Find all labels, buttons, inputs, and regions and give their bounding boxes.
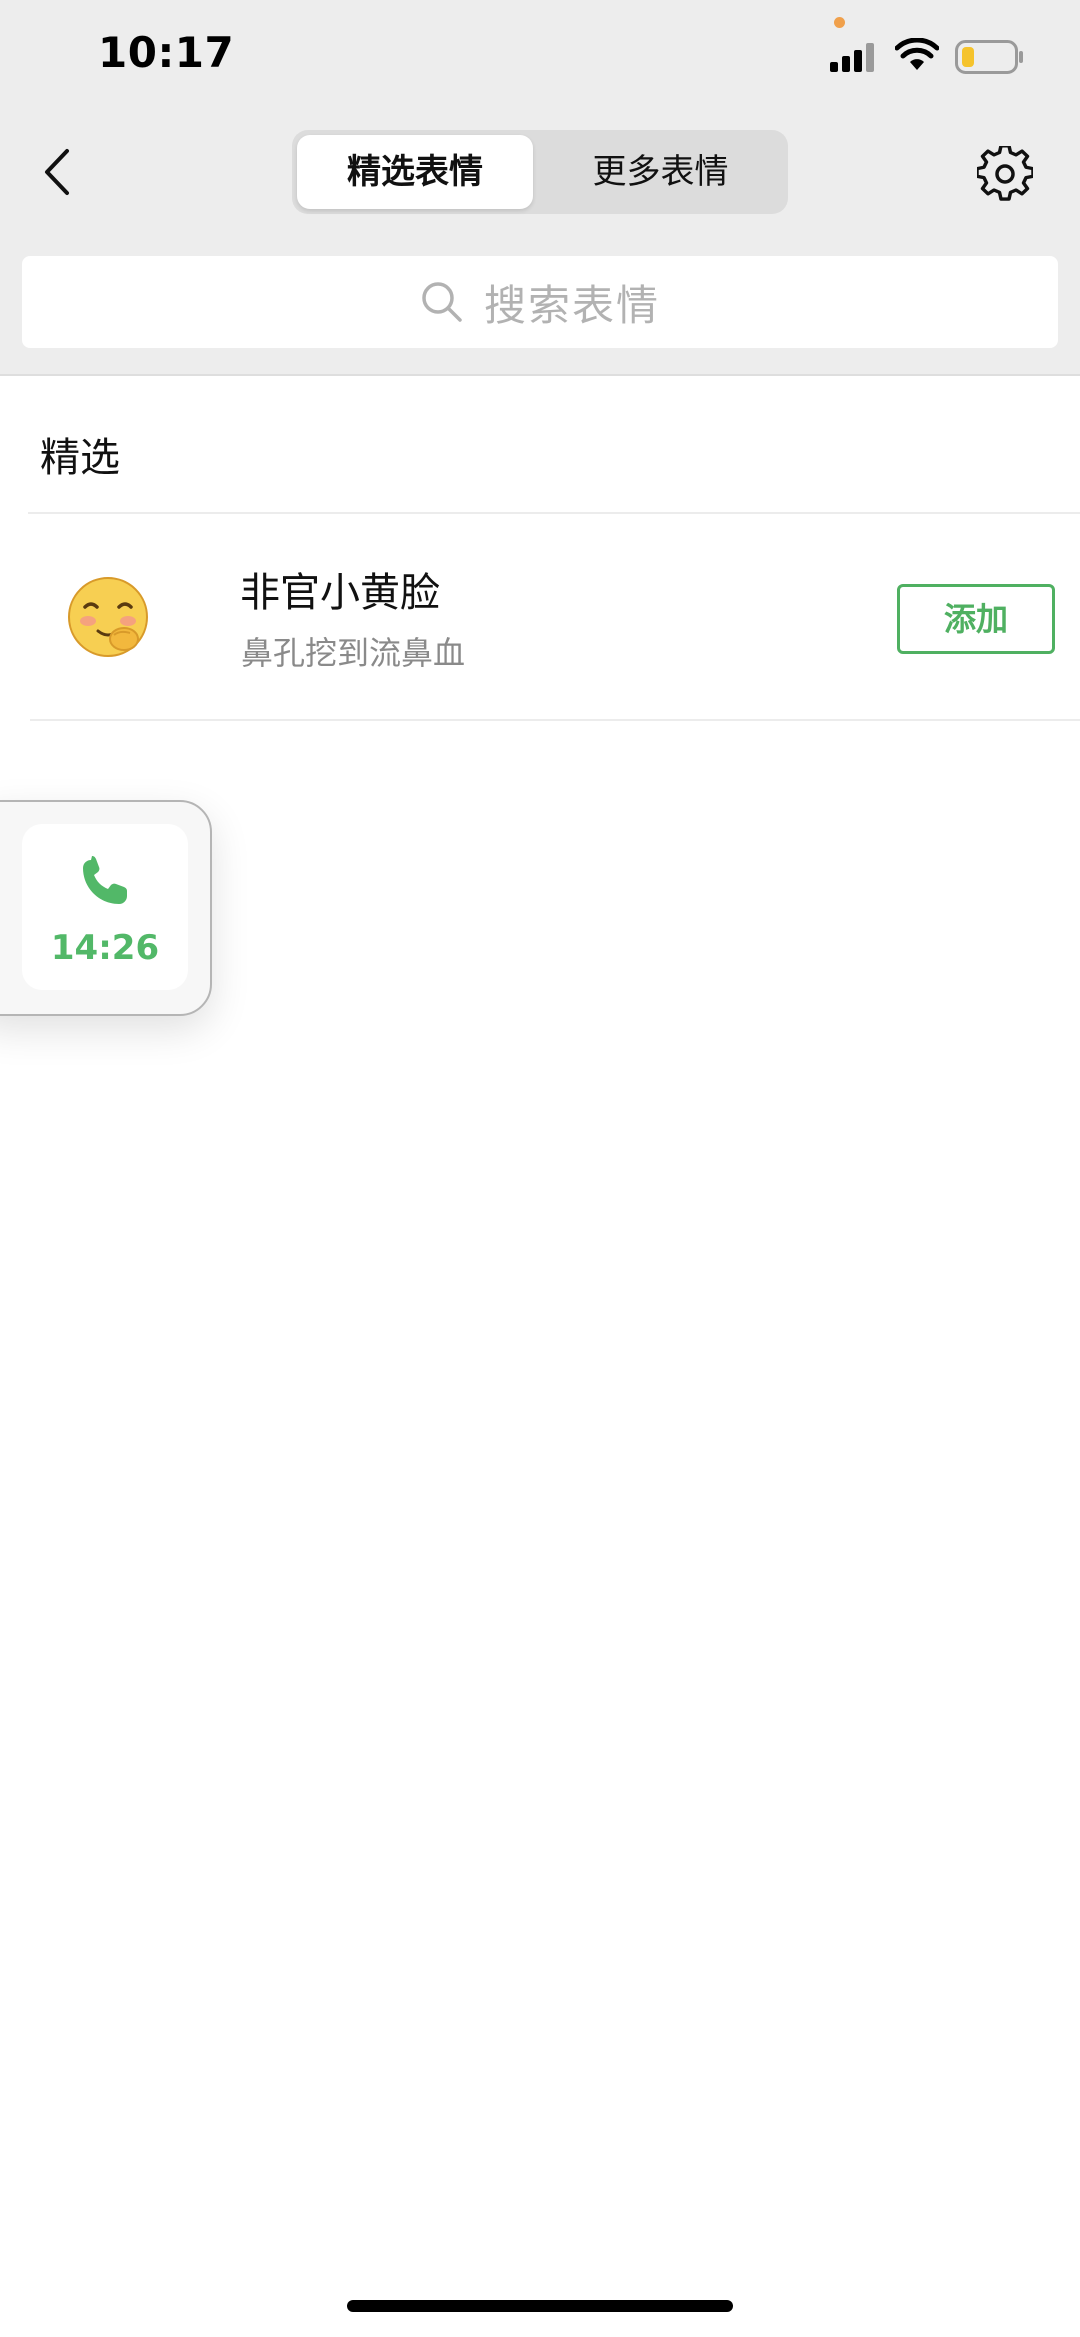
- floating-call-window[interactable]: 14:26: [0, 800, 212, 1016]
- status-bar: 10:17: [0, 0, 1080, 118]
- search-icon: [420, 280, 464, 324]
- sticker-pack-item[interactable]: 非官小黄脸 鼻孔挖到流鼻血 添加: [0, 514, 1080, 720]
- tab-more-stickers[interactable]: 更多表情: [538, 135, 783, 209]
- smiling-face-icon: [68, 577, 148, 657]
- floating-call-card: 14:26: [22, 824, 188, 990]
- chevron-left-icon: [45, 149, 69, 195]
- status-time: 10:17: [98, 28, 235, 77]
- sticker-pack-title: 非官小黄脸: [240, 570, 440, 616]
- list-item-divider: [30, 719, 1080, 721]
- section-title: 精选: [40, 435, 120, 481]
- add-button[interactable]: 添加: [897, 584, 1055, 654]
- settings-button[interactable]: [975, 144, 1035, 204]
- privacy-indicator-dot: [834, 17, 845, 28]
- gear-icon: [977, 146, 1033, 201]
- header-area: 10:17 精选表情 更多表情 搜索表情: [0, 0, 1080, 374]
- battery-icon: [955, 40, 1023, 74]
- tab-segment-control: 精选表情 更多表情: [292, 130, 788, 214]
- tab-featured-stickers[interactable]: 精选表情: [297, 135, 533, 209]
- search-input[interactable]: 搜索表情: [22, 256, 1058, 348]
- search-placeholder: 搜索表情: [483, 280, 660, 330]
- nav-bar: 精选表情 更多表情: [0, 118, 1080, 230]
- phone-icon: [83, 856, 127, 904]
- cellular-signal-icon: [830, 43, 874, 72]
- wifi-icon: [895, 38, 939, 70]
- home-indicator[interactable]: [347, 2300, 733, 2312]
- sticker-pack-subtitle: 鼻孔挖到流鼻血: [241, 634, 466, 672]
- header-divider: [0, 374, 1080, 376]
- call-duration: 14:26: [50, 928, 160, 968]
- back-button[interactable]: [30, 142, 84, 202]
